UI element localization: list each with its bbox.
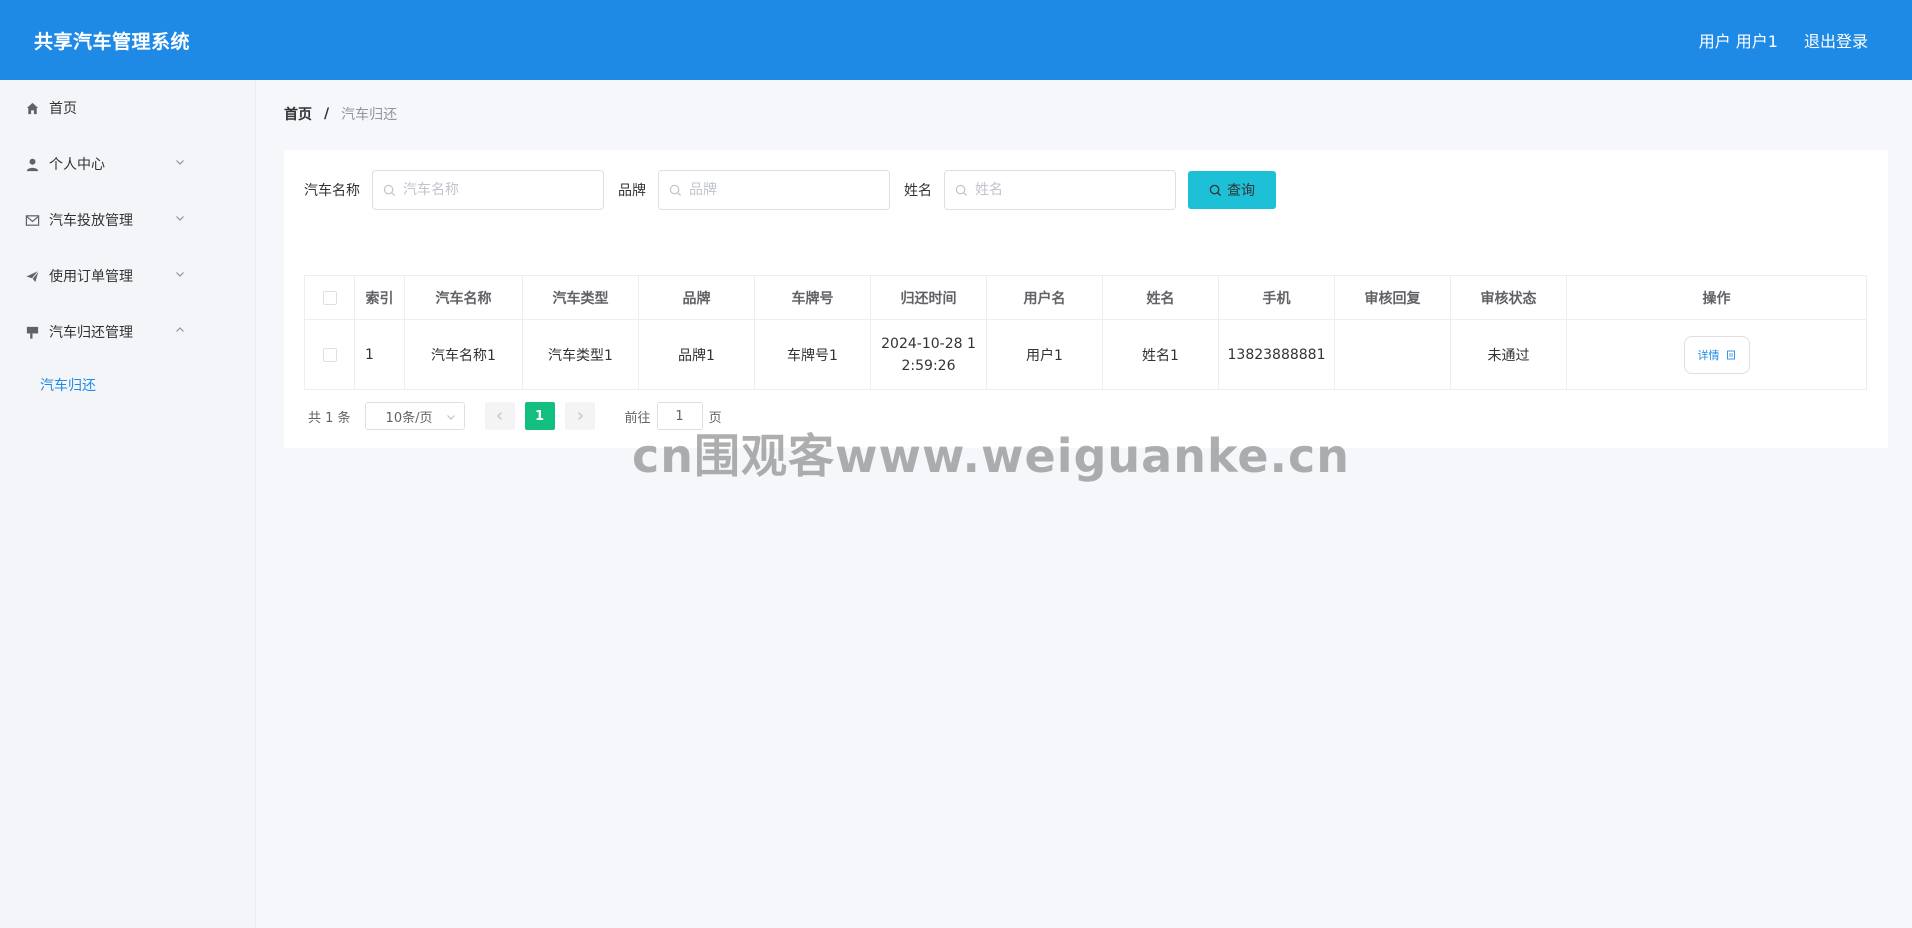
cell-username: 用户1 [986, 319, 1103, 390]
chevron-left-icon [496, 412, 502, 420]
prev-page-button[interactable] [484, 402, 515, 430]
cell-car-name: 汽车名称1 [404, 319, 523, 390]
column-header: 汽车类型 [522, 275, 639, 320]
column-header: 汽车名称 [404, 275, 523, 320]
sidebar-item-label: 汽车投放管理 [49, 213, 133, 229]
search-icon [383, 184, 396, 197]
cell-name: 姓名1 [1102, 319, 1219, 390]
sidebar-item-label: 使用订单管理 [49, 269, 133, 285]
search-icon [1209, 184, 1222, 196]
column-header: 审核状态 [1450, 275, 1567, 320]
data-table: 索引 汽车名称 汽车类型 品牌 车牌号 归还时间 用户名 姓名 手机 审核回复 … [304, 275, 1867, 390]
sidebar: 首页 个人中心 汽车投放管理 使用订单管理 汽车归还管理 汽车归还 [0, 80, 256, 928]
sidebar-item-label: 汽车归还管理 [49, 325, 133, 341]
chevron-down-icon [446, 415, 455, 420]
car-name-field[interactable] [372, 170, 604, 210]
search-icon [669, 184, 682, 197]
flag-icon [24, 324, 40, 340]
column-header: 操作 [1566, 275, 1867, 320]
user-label[interactable]: 用户 用户1 [1699, 28, 1778, 52]
select-all-checkbox[interactable] [322, 290, 337, 305]
chevron-right-icon [577, 412, 583, 420]
detail-button[interactable]: 详情 [1683, 335, 1750, 374]
return-time-line2: 2:59:26 [901, 357, 956, 374]
document-icon [1726, 350, 1735, 359]
chevron-up-icon [175, 325, 185, 335]
page-number-active[interactable]: 1 [524, 402, 555, 430]
column-header: 审核回复 [1334, 275, 1451, 320]
column-header: 归还时间 [870, 275, 987, 320]
sidebar-subitem-car-return[interactable]: 汽车归还 [0, 360, 255, 410]
sidebar-item-label: 个人中心 [49, 157, 105, 173]
header-actions: 用户 用户1 退出登录 [1699, 28, 1868, 52]
sidebar-item-home[interactable]: 首页 [0, 80, 255, 136]
user-icon [24, 156, 40, 172]
cell-return-time: 2024-10-28 1 2:59:26 [870, 319, 987, 390]
name-field[interactable] [944, 170, 1176, 210]
search-bar: 汽车名称 品牌 姓名 查询 [304, 170, 1276, 210]
next-page-button[interactable] [564, 402, 595, 430]
cell-actions: 详情 [1566, 319, 1867, 390]
name-label: 姓名 [904, 183, 932, 199]
return-time-line1: 2024-10-28 1 [881, 335, 976, 352]
send-icon [24, 268, 40, 284]
cell-reply [1334, 319, 1451, 390]
column-header: 用户名 [986, 275, 1103, 320]
sidebar-item-profile[interactable]: 个人中心 [0, 136, 255, 192]
detail-button-label: 详情 [1697, 348, 1720, 362]
column-header: 品牌 [638, 275, 755, 320]
mail-icon [24, 212, 40, 228]
brand-label: 品牌 [618, 183, 646, 199]
top-header: 共享汽车管理系统 用户 用户1 退出登录 [0, 0, 1912, 80]
column-header: 索引 [354, 275, 405, 320]
row-checkbox[interactable] [322, 347, 337, 362]
brand-input[interactable] [689, 171, 884, 209]
car-name-label: 汽车名称 [304, 183, 360, 199]
cell-car-type: 汽车类型1 [522, 319, 639, 390]
sidebar-item-label: 首页 [49, 101, 77, 117]
home-icon [24, 100, 40, 116]
breadcrumb: 首页 / 汽车归还 [284, 104, 397, 124]
row-select-cell[interactable] [304, 319, 355, 390]
column-header: 姓名 [1102, 275, 1219, 320]
brand-field[interactable] [658, 170, 890, 210]
cell-status: 未通过 [1450, 319, 1567, 390]
content-card: 汽车名称 品牌 姓名 查询 索引 汽车名称 汽车类型 品牌 [284, 150, 1888, 448]
cell-brand: 品牌1 [638, 319, 755, 390]
page-size-value: 10条/页 [385, 410, 433, 426]
name-input[interactable] [975, 171, 1170, 209]
query-button[interactable]: 查询 [1188, 171, 1276, 209]
table-row: 1 汽车名称1 汽车类型1 品牌1 车牌号1 2024-10-28 1 2:59… [304, 319, 1867, 390]
cell-index: 1 [354, 319, 405, 390]
breadcrumb-separator: / [324, 106, 330, 122]
cell-phone: 13823888881 [1218, 319, 1335, 390]
app-title: 共享汽车管理系统 [34, 30, 191, 53]
pagination-total: 共 1 条 [308, 410, 351, 426]
table-header-row: 索引 汽车名称 汽车类型 品牌 车牌号 归还时间 用户名 姓名 手机 审核回复 … [304, 275, 1867, 320]
sidebar-item-car-deploy[interactable]: 汽车投放管理 [0, 192, 255, 248]
car-name-input[interactable] [403, 171, 598, 209]
logout-button[interactable]: 退出登录 [1804, 28, 1868, 52]
breadcrumb-current: 汽车归还 [341, 107, 398, 123]
chevron-down-icon [175, 269, 185, 279]
select-all-cell[interactable] [304, 275, 355, 320]
chevron-down-icon [175, 157, 185, 167]
chevron-down-icon [175, 213, 185, 223]
watermark-text: cn围观客www.weiguanke.cn [632, 429, 1351, 483]
cell-plate: 车牌号1 [754, 319, 871, 390]
query-button-label: 查询 [1227, 183, 1255, 199]
column-header: 手机 [1218, 275, 1335, 320]
page-size-select[interactable]: 10条/页 [364, 402, 465, 430]
search-icon [955, 184, 968, 197]
sidebar-item-car-return[interactable]: 汽车归还管理 [0, 304, 255, 360]
sidebar-item-orders[interactable]: 使用订单管理 [0, 248, 255, 304]
breadcrumb-home[interactable]: 首页 [284, 104, 312, 124]
column-header: 车牌号 [754, 275, 871, 320]
